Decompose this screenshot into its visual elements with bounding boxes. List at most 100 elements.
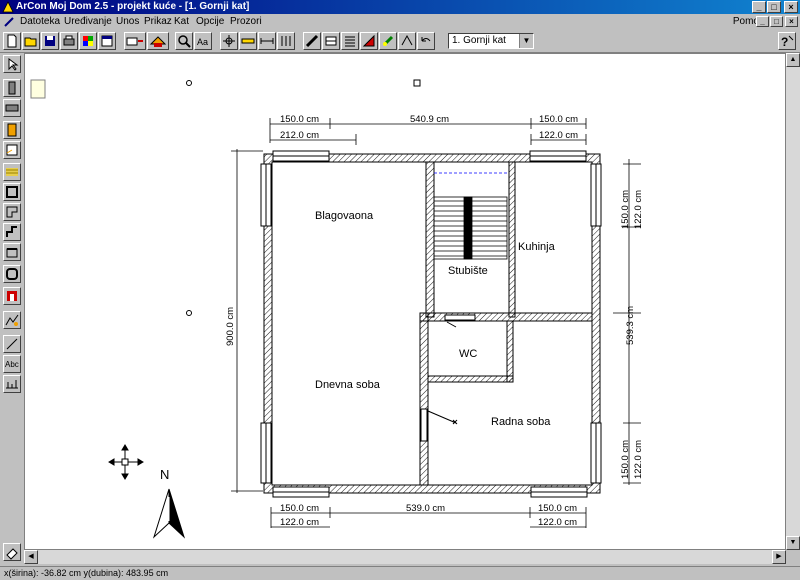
close-button[interactable]: × <box>784 1 798 13</box>
dim-right-top1: 150.0 cm <box>620 190 631 229</box>
dimension-tool-button[interactable] <box>258 32 276 50</box>
document-icon[interactable] <box>3 16 15 28</box>
cursor-coordinates: x(širina): -36.82 cm y(dubina): 483.95 c… <box>4 568 169 578</box>
menu-opcije[interactable]: Opcije <box>196 16 224 28</box>
dim-bottom-mid: 539.0 cm <box>406 503 445 514</box>
reference-point[interactable] <box>186 80 192 86</box>
dimensions-bottom[interactable]: 150.0 cm 539.0 cm 150.0 cm 122.0 cm 122.… <box>270 503 587 528</box>
door-tool-button[interactable] <box>3 121 21 139</box>
menu-datoteka[interactable]: Datoteka <box>20 16 60 28</box>
floor-plan[interactable]: Blagovaona Kuhinja Stubište WC Dnevna so… <box>25 54 785 549</box>
drawing-canvas[interactable]: Blagovaona Kuhinja Stubište WC Dnevna so… <box>24 53 786 550</box>
chevron-down-icon[interactable]: ▼ <box>519 34 533 48</box>
3d-mode-button[interactable] <box>147 32 169 50</box>
window-mode-button[interactable] <box>98 32 116 50</box>
room-stubiste[interactable]: Stubište <box>448 265 488 277</box>
window-tool-button[interactable] <box>3 141 21 159</box>
undo-button[interactable] <box>417 32 435 50</box>
north-arrow-icon[interactable]: N <box>152 467 186 539</box>
dimension-left[interactable]: 900.0 cm <box>225 149 263 493</box>
dimensions-top[interactable]: 150.0 cm 540.9 cm 150.0 cm 212.0 cm 122.… <box>269 114 587 145</box>
dim-top2-right: 122.0 cm <box>539 130 578 141</box>
rounded-room-button[interactable] <box>3 265 21 283</box>
terrain-tool-button[interactable] <box>3 311 21 329</box>
save-button[interactable] <box>41 32 59 50</box>
scroll-left-arrow-icon[interactable]: ◀ <box>24 550 38 564</box>
dimensions-right[interactable]: 150.0 cm 122.0 cm 539.3 cm 150.0 cm 122.… <box>613 159 644 485</box>
interior-walls[interactable] <box>419 161 593 486</box>
svg-text:Abc: Abc <box>5 360 19 369</box>
menu-unos[interactable]: Unos <box>116 16 139 28</box>
roof-window-button[interactable] <box>3 243 21 261</box>
text-tool-button[interactable]: Abc <box>3 355 21 373</box>
wall-tool-button[interactable] <box>303 32 321 50</box>
doc-close-button[interactable]: × <box>785 16 798 27</box>
paint-tool-button[interactable] <box>379 32 397 50</box>
pattern-tool-button[interactable] <box>341 32 359 50</box>
roof-tool-button[interactable] <box>360 32 378 50</box>
eraser-tool-button[interactable] <box>3 543 21 561</box>
zoom-button[interactable] <box>175 32 193 50</box>
floor-select[interactable]: 1. Gornji kat ▼ <box>448 33 534 49</box>
polygon-tool-button[interactable] <box>3 203 21 221</box>
open-file-button[interactable] <box>22 32 40 50</box>
select-pointer-button[interactable] <box>3 55 21 73</box>
svg-text:?: ? <box>781 35 788 49</box>
left-tool-palette: Abc <box>0 53 24 566</box>
grid-tool-button[interactable] <box>277 32 295 50</box>
dim-left-vertical: 900.0 cm <box>225 307 236 346</box>
hatch-tool-button[interactable] <box>322 32 340 50</box>
print-button[interactable] <box>60 32 78 50</box>
object-tool-button[interactable] <box>398 32 416 50</box>
dim-bottom-left: 150.0 cm <box>280 503 319 514</box>
menu-bar: Datoteka Uređivanje Unos Prikaz Kat Opci… <box>0 14 800 30</box>
room-dnevna-soba[interactable]: Dnevna soba <box>315 379 381 391</box>
reference-point-2[interactable] <box>186 310 192 316</box>
dim-right-bottom2: 122.0 cm <box>633 440 644 479</box>
wall-horizontal-button[interactable] <box>3 99 21 117</box>
menu-uredivanje[interactable]: Uređivanje <box>64 16 112 28</box>
roof-color-button[interactable] <box>3 287 21 305</box>
crosshair-tool-button[interactable] <box>220 32 238 50</box>
maximize-button[interactable]: □ <box>767 1 781 13</box>
doc-minimize-button[interactable]: _ <box>756 16 769 27</box>
stairs-tool-button[interactable] <box>3 163 21 181</box>
dim-bottom2-left: 122.0 cm <box>280 517 319 528</box>
room-radna-soba[interactable]: Radna soba <box>491 416 551 428</box>
layer-marker-icon[interactable] <box>30 79 46 99</box>
room-tool-button[interactable] <box>3 183 21 201</box>
menu-prikaz[interactable]: Prikaz <box>144 16 172 28</box>
help-context-button[interactable]: ? <box>778 32 796 50</box>
doc-restore-button[interactable]: □ <box>770 16 783 27</box>
menu-kat[interactable]: Kat <box>174 16 189 28</box>
dimension-lines-button[interactable] <box>3 375 21 393</box>
vertical-scrollbar[interactable]: ▲ ▼ <box>786 53 800 550</box>
wall-vertical-button[interactable] <box>3 79 21 97</box>
window-title: ArCon Moj Dom 2.5 - projekt kuće - [1. G… <box>16 1 250 12</box>
dim-top-left: 150.0 cm <box>280 114 319 125</box>
room-wc[interactable]: WC <box>459 348 477 360</box>
color-palette-button[interactable] <box>79 32 97 50</box>
scroll-right-arrow-icon[interactable]: ▶ <box>772 550 786 564</box>
dim-top-right: 150.0 cm <box>539 114 578 125</box>
design-mode-button[interactable] <box>124 32 146 50</box>
reference-handle[interactable] <box>413 79 421 87</box>
menu-prozori[interactable]: Prozori <box>230 16 262 28</box>
measure-tool-button[interactable] <box>239 32 257 50</box>
arcon-app-icon[interactable] <box>2 1 14 13</box>
move-origin-icon[interactable] <box>108 444 144 480</box>
room-kuhinja[interactable]: Kuhinja <box>518 241 556 253</box>
new-file-button[interactable] <box>3 32 21 50</box>
dim-right-mid: 539.3 cm <box>625 306 636 345</box>
scroll-up-arrow-icon[interactable]: ▲ <box>786 53 800 67</box>
minimize-button[interactable]: _ <box>752 1 766 13</box>
line-tool-button[interactable] <box>3 335 21 353</box>
column-tool-button[interactable] <box>3 223 21 241</box>
scroll-down-arrow-icon[interactable]: ▼ <box>786 536 800 550</box>
horizontal-scrollbar[interactable]: ◀ ▶ <box>24 550 786 564</box>
zoom-fit-button[interactable]: Aa <box>194 32 212 50</box>
dim-right-top2: 122.0 cm <box>633 190 644 229</box>
room-blagovaona[interactable]: Blagovaona <box>315 210 374 222</box>
floor-select-value: 1. Gornji kat <box>452 35 506 46</box>
staircase[interactable] <box>433 172 509 260</box>
